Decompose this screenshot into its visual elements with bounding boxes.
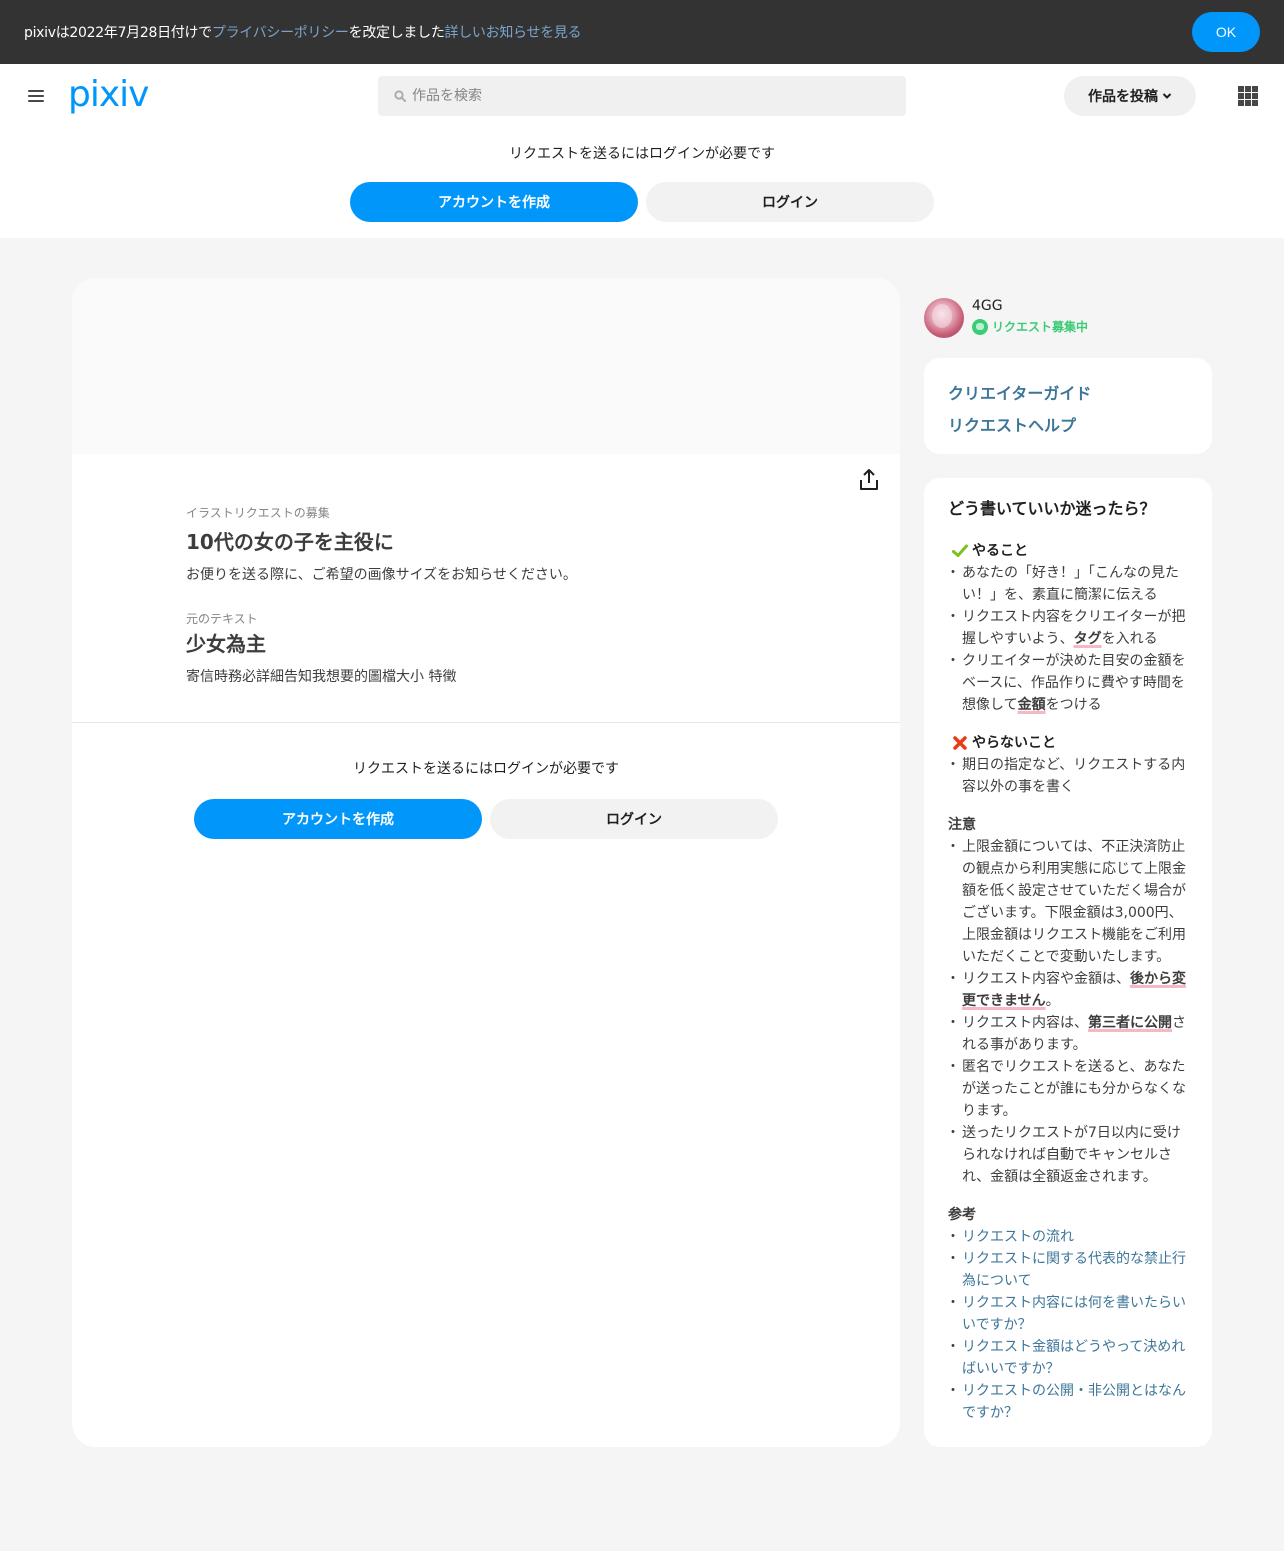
notice-text: pixivは2022年7月28日付けでプライバシーポリシーを改定しました詳しいお… bbox=[24, 22, 582, 42]
post-work-button[interactable]: 作品を投稿 bbox=[1064, 76, 1196, 116]
price-highlight: 金額 bbox=[1017, 697, 1046, 713]
note-item-2-text: リクエスト内容や金額は、 bbox=[962, 971, 1130, 987]
dont-list: 期日の指定など、リクエストする内容以外の事を書く bbox=[946, 754, 1188, 798]
request-type-label: イラストリクエストの募集 bbox=[186, 506, 330, 520]
site-header: pixiv 作品を投稿 リクエストを送るにはログインが必要です アカウントを作成… bbox=[0, 64, 1284, 238]
help-links-card: クリエイターガイド リクエストヘルプ bbox=[924, 358, 1212, 454]
creator-name[interactable]: 4GG bbox=[972, 298, 1003, 314]
guide-title: どう書いていいか迷ったら？ bbox=[948, 499, 1156, 518]
speech-bubble-icon bbox=[972, 318, 988, 335]
note-item-4: 匿名でリクエストを送ると、あなたが送ったことが誰にも分からなくなります。 bbox=[962, 1059, 1186, 1119]
bottom-create-account-button[interactable]: アカウントを作成 bbox=[194, 799, 482, 839]
request-card: イラストリクエストの募集 10代の女の子を主役に お便りを送る際に、ご希望の画像… bbox=[72, 278, 900, 1447]
original-body: 寄信時務必詳細告知我想要的圖檔大小 特徵 bbox=[186, 669, 457, 685]
original-text-label: 元のテキスト bbox=[186, 612, 258, 626]
share-icon[interactable] bbox=[858, 468, 880, 492]
do-item-2-tail: を入れる bbox=[1101, 631, 1158, 647]
request-status-badge: リクエスト募集中 bbox=[972, 318, 1088, 335]
ref-link-what-to-write[interactable]: リクエスト内容には何を書いたらいいですか？ bbox=[962, 1295, 1186, 1333]
privacy-policy-link[interactable]: プライバシーポリシー bbox=[212, 25, 349, 41]
reference-list: リクエストの流れ リクエストに関する代表的な禁止行為について リクエスト内容には… bbox=[946, 1226, 1188, 1424]
top-create-account-button[interactable]: アカウントを作成 bbox=[350, 182, 638, 222]
divider bbox=[72, 722, 900, 723]
request-help-link[interactable]: リクエストヘルプ bbox=[948, 410, 1188, 442]
bottom-login-prompt: リクエストを送るにはログインが必要です bbox=[353, 761, 619, 777]
checkmark-icon bbox=[952, 544, 968, 557]
dont-section-heading: やらないこと bbox=[952, 732, 1188, 754]
pixiv-logo[interactable]: pixiv bbox=[68, 74, 149, 115]
search-box[interactable] bbox=[378, 76, 906, 116]
ref-link-visibility[interactable]: リクエストの公開・非公開とはなんですか？ bbox=[962, 1383, 1186, 1421]
reference-section-title: 参考 bbox=[948, 1207, 976, 1223]
top-login-prompt: リクエストを送るにはログインが必要です bbox=[509, 146, 775, 162]
bottom-login-button[interactable]: ログイン bbox=[490, 799, 778, 839]
avatar[interactable] bbox=[924, 298, 964, 338]
list-item: 上限金額については、不正決済防止の観点から利用実態に応じて上限金額を低く設定させ… bbox=[946, 836, 1188, 968]
list-item: 匿名でリクエストを送ると、あなたが送ったことが誰にも分からなくなります。 bbox=[946, 1056, 1188, 1122]
menu-icon[interactable] bbox=[26, 88, 46, 104]
list-item: リクエストに関する代表的な禁止行為について bbox=[946, 1248, 1188, 1292]
list-item: 送ったリクエストが7日以内に受けられなければ自動でキャンセルされ、金額は全額返金… bbox=[946, 1122, 1188, 1188]
list-item: リクエストの流れ bbox=[946, 1226, 1188, 1248]
chevron-down-icon bbox=[1162, 93, 1172, 99]
list-item: クリエイターが決めた目安の金額をベースに、作品作りに費やす時間を想像して金額をつ… bbox=[946, 650, 1188, 716]
list-item: あなたの「好き！」「こんなの見たい！」を、素直に簡潔に伝える bbox=[946, 562, 1188, 606]
tag-highlight: タグ bbox=[1073, 631, 1102, 647]
policy-notice-bar: pixivは2022年7月28日付けでプライバシーポリシーを改定しました詳しいお… bbox=[0, 0, 1284, 64]
request-cover-area bbox=[72, 278, 900, 454]
notice-ok-button[interactable]: OK bbox=[1192, 12, 1260, 52]
request-title: 10代の女の子を主役に bbox=[186, 530, 394, 554]
list-item: リクエスト金額はどうやって決めればいいですか？ bbox=[946, 1336, 1188, 1380]
creator-guide-link[interactable]: クリエイターガイド bbox=[948, 378, 1188, 410]
public-highlight: 第三者に公開 bbox=[1088, 1015, 1172, 1031]
notice-text-part-1: pixivは2022年7月28日付けで bbox=[24, 25, 212, 41]
dont-section-title: やらないこと bbox=[972, 735, 1056, 751]
status-label: リクエスト募集中 bbox=[992, 320, 1089, 334]
ref-link-prohibited[interactable]: リクエストに関する代表的な禁止行為について bbox=[962, 1251, 1186, 1289]
ref-link-pricing[interactable]: リクエスト金額はどうやって決めればいいですか？ bbox=[962, 1339, 1185, 1377]
note-section-title: 注意 bbox=[948, 817, 976, 833]
do-section-heading: やること bbox=[952, 540, 1188, 562]
note-item-5: 送ったリクエストが7日以内に受けられなければ自動でキャンセルされ、金額は全額返金… bbox=[962, 1125, 1181, 1185]
dont-item-1: 期日の指定など、リクエストする内容以外の事を書く bbox=[962, 757, 1186, 795]
search-icon bbox=[394, 90, 406, 102]
list-item: リクエスト内容をクリエイターが把握しやすいよう、タグを入れる bbox=[946, 606, 1188, 650]
request-body: お便りを送る際に、ご希望の画像サイズをお知らせください。 bbox=[186, 567, 577, 583]
ref-link-request-flow[interactable]: リクエストの流れ bbox=[962, 1229, 1074, 1245]
note-item-2-tail: 。 bbox=[1045, 993, 1060, 1009]
do-list: あなたの「好き！」「こんなの見たい！」を、素直に簡潔に伝える リクエスト内容をク… bbox=[946, 562, 1188, 716]
list-item: リクエスト内容は、第三者に公開される事があります。 bbox=[946, 1012, 1188, 1056]
list-item: リクエストの公開・非公開とはなんですか？ bbox=[946, 1380, 1188, 1424]
creator-info[interactable]: 4GG リクエスト募集中 bbox=[924, 298, 1212, 338]
writing-guide-card: どう書いていいか迷ったら？ やること あなたの「好き！」「こんなの見たい！」を、… bbox=[924, 478, 1212, 1447]
notice-text-part-2: を改定しました bbox=[348, 25, 445, 41]
cross-icon bbox=[953, 736, 967, 750]
list-item: リクエスト内容には何を書いたらいいですか？ bbox=[946, 1292, 1188, 1336]
list-item: 期日の指定など、リクエストする内容以外の事を書く bbox=[946, 754, 1188, 798]
search-input[interactable] bbox=[412, 88, 892, 104]
post-work-label: 作品を投稿 bbox=[1088, 88, 1158, 104]
do-item-1: あなたの「好き！」「こんなの見たい！」を、素直に簡潔に伝える bbox=[962, 565, 1179, 603]
original-title: 少女為主 bbox=[186, 632, 266, 656]
note-item-3-text: リクエスト内容は、 bbox=[962, 1015, 1088, 1031]
apps-grid-icon[interactable] bbox=[1238, 86, 1258, 106]
do-section-title: やること bbox=[972, 543, 1028, 559]
note-item-1: 上限金額については、不正決済防止の観点から利用実態に応じて上限金額を低く設定させ… bbox=[962, 839, 1186, 965]
list-item: リクエスト内容や金額は、後から変更できません。 bbox=[946, 968, 1188, 1012]
note-list: 上限金額については、不正決済防止の観点から利用実態に応じて上限金額を低く設定させ… bbox=[946, 836, 1188, 1188]
top-login-button[interactable]: ログイン bbox=[646, 182, 934, 222]
do-item-3-tail: をつける bbox=[1045, 697, 1102, 713]
notice-details-link[interactable]: 詳しいお知らせを見る bbox=[445, 25, 582, 41]
